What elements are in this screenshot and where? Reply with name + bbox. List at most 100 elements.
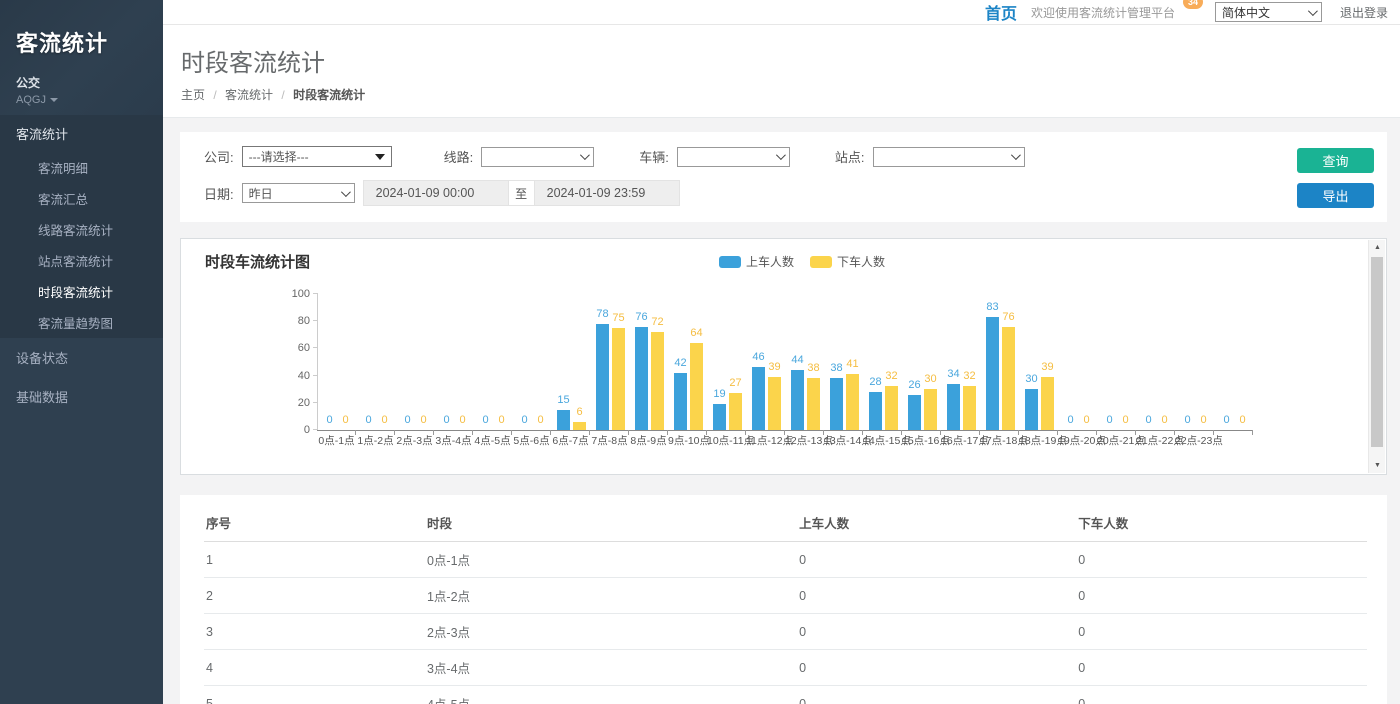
bar-group[interactable]: 2630 [903, 294, 942, 430]
vehicle-select[interactable] [677, 147, 790, 167]
alighting-bar [612, 328, 625, 430]
date-start-input[interactable]: 2024-01-09 00:00 [363, 180, 509, 206]
bar-group[interactable]: 3039 [1020, 294, 1059, 430]
language-selected-value: 简体中文 [1222, 4, 1270, 21]
x-axis-category-label: 22点-23点 [1175, 435, 1214, 447]
bar-value-label: 39 [1039, 361, 1056, 373]
bar-group[interactable]: 00 [474, 294, 513, 430]
bar-group[interactable]: 00 [435, 294, 474, 430]
table-cell: 2点-3点 [425, 614, 797, 650]
logout-link[interactable]: 退出登录 [1340, 4, 1388, 21]
bar-group[interactable]: 00 [1176, 294, 1215, 430]
table-cell: 0 [1076, 686, 1367, 704]
alighting-bar [1002, 327, 1015, 430]
bar-group[interactable]: 4438 [786, 294, 825, 430]
station-select[interactable] [873, 147, 1025, 167]
x-axis-category-label: 8点-9点 [629, 435, 668, 447]
table-row[interactable]: 54点-5点00 [204, 686, 1367, 704]
bar-group[interactable]: 00 [1137, 294, 1176, 430]
bar-value-label: 39 [766, 361, 783, 373]
line-select[interactable] [481, 147, 594, 167]
sidebar-item-device-status[interactable]: 设备状态 [0, 338, 163, 377]
query-button[interactable]: 查询 [1297, 148, 1374, 173]
bar-group[interactable]: 42 64 [669, 294, 708, 430]
scrollbar-thumb[interactable] [1371, 257, 1383, 447]
sidebar-item-line-stats[interactable]: 线路客流统计 [0, 214, 163, 245]
table-row[interactable]: 43点-4点00 [204, 650, 1367, 686]
x-axis-category-label: 13点-14点 [824, 435, 863, 447]
chart-vertical-scrollbar[interactable]: ▲ ▼ [1368, 240, 1385, 473]
sidebar-item-base-data[interactable]: 基础数据 [0, 377, 163, 416]
breadcrumb-section[interactable]: 客流统计 [225, 88, 273, 102]
data-table-panel: 序号时段上车人数下车人数 10点-1点0021点-2点0032点-3点0043点… [180, 495, 1387, 704]
bar-group[interactable]: 00 [1059, 294, 1098, 430]
alighting-bar [963, 386, 976, 430]
sidebar-item-flow-summary[interactable]: 客流汇总 [0, 183, 163, 214]
language-select[interactable]: 简体中文 [1215, 2, 1322, 22]
table-row[interactable]: 21点-2点00 [204, 578, 1367, 614]
scroll-down-arrow-icon[interactable]: ▼ [1369, 458, 1386, 473]
chevron-down-icon [50, 98, 58, 102]
sidebar-item-trend-chart[interactable]: 客流量趋势图 [0, 307, 163, 338]
bar-group[interactable]: 00 [1098, 294, 1137, 430]
sidebar-item-flow-detail[interactable]: 客流明细 [0, 152, 163, 183]
bar-value-label: 0 [1140, 414, 1157, 426]
y-axis-tick-label: 80 [298, 315, 318, 327]
sidebar-item-station-stats[interactable]: 站点客流统计 [0, 245, 163, 276]
bar-group[interactable]: 3432 [942, 294, 981, 430]
table-cell: 1点-2点 [425, 578, 797, 614]
legend-label-alighting: 下车人数 [837, 253, 885, 270]
boarding-bar [791, 370, 804, 430]
x-axis-category-label: 7点-8点 [590, 435, 629, 447]
sidebar: 客流统计 公交 AQGJ 客流统计 客流明细 客流汇总 线路客流统计 站点客流统… [0, 0, 163, 704]
table-cell: 0 [797, 650, 1076, 686]
date-end-input[interactable]: 2024-01-09 23:59 [534, 180, 680, 206]
bar-group[interactable]: 00 [513, 294, 552, 430]
boarding-bar [869, 392, 882, 430]
bar-group[interactable]: 7672 [630, 294, 669, 430]
sidebar-logo-area: 客流统计 公交 AQGJ [0, 0, 163, 115]
bar-group[interactable]: 2832 [864, 294, 903, 430]
bar-group[interactable]: 7875 [591, 294, 630, 430]
table-column-header: 序号 [204, 503, 425, 542]
table-row[interactable]: 10点-1点00 [204, 542, 1367, 578]
bar-group[interactable]: 00 [396, 294, 435, 430]
breadcrumb-home[interactable]: 主页 [181, 88, 205, 102]
sidebar-item-passenger-stats[interactable]: 客流统计 [0, 115, 163, 152]
notification-badge[interactable]: 34 [1183, 0, 1203, 9]
bar-group[interactable]: 00 [318, 294, 357, 430]
legend-item-alighting[interactable]: 下车人数 [810, 253, 885, 270]
bar-value-label: 76 [633, 311, 650, 323]
y-axis-tick-label: 20 [298, 397, 318, 409]
bar-group[interactable]: 00 [1215, 294, 1254, 430]
sidebar-item-period-stats[interactable]: 时段客流统计 [0, 276, 163, 307]
bar-group[interactable]: 156 [552, 294, 591, 430]
bar-group[interactable]: 3841 [825, 294, 864, 430]
bar-group[interactable]: 8376 [981, 294, 1020, 430]
legend-item-boarding[interactable]: 上车人数 [719, 253, 794, 270]
bar-group[interactable]: 00 [357, 294, 396, 430]
company-select[interactable]: ---请选择--- [242, 146, 392, 167]
bar-value-label: 42 [672, 357, 689, 369]
bar-value-label: 64 [688, 327, 705, 339]
table-row[interactable]: 32点-3点00 [204, 614, 1367, 650]
x-axis-labels: 0点-1点1点-2点2点-3点3点-4点4点-5点5点-6点6点-7点7点-8点… [317, 435, 1253, 447]
date-range-separator: 至 [509, 180, 534, 206]
bar-group[interactable]: 4639 [747, 294, 786, 430]
bar-value-label: 0 [376, 414, 393, 426]
alighting-bar [807, 378, 820, 430]
org-dropdown[interactable]: AQGJ [16, 94, 147, 106]
breadcrumb-current: 时段客流统计 [293, 88, 365, 102]
table-cell: 0 [1076, 650, 1367, 686]
table-cell: 0 [1076, 578, 1367, 614]
home-link[interactable]: 首页 [985, 0, 1017, 24]
table-cell: 5 [204, 686, 425, 704]
bar-group[interactable]: 1927 [708, 294, 747, 430]
scroll-up-arrow-icon[interactable]: ▲ [1369, 240, 1386, 255]
breadcrumb-separator: / [213, 88, 216, 102]
bar-value-label: 0 [1179, 414, 1196, 426]
y-axis-tick-mark [313, 402, 318, 403]
date-preset-select[interactable]: 昨日 [242, 183, 355, 203]
export-button[interactable]: 导出 [1297, 183, 1374, 208]
table-cell: 0 [797, 614, 1076, 650]
